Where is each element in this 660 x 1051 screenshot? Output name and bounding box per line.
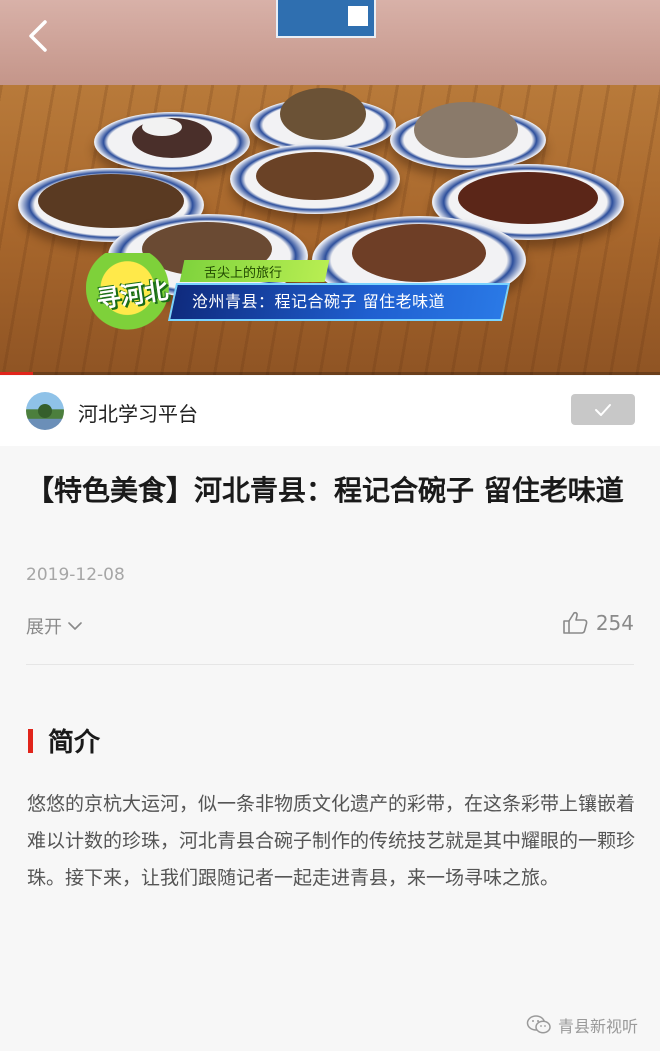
- article: 【特色美食】河北青县：程记合碗子 留住老味道 2019-12-08 展开 254…: [0, 446, 660, 1051]
- account-name[interactable]: 河北学习平台: [78, 398, 198, 427]
- chevron-down-icon: [68, 621, 82, 630]
- caption-title: 沧州青县：程记合碗子 留住老味道: [192, 292, 446, 311]
- expand-label: 展开: [26, 617, 62, 638]
- food-bowl: [230, 144, 400, 214]
- back-arrow-icon: [29, 20, 47, 52]
- section-accent-bar: [28, 729, 33, 753]
- publish-date: 2019-12-08: [26, 565, 125, 585]
- thumbs-up-icon: [563, 611, 588, 634]
- like-button[interactable]: 254: [562, 611, 634, 635]
- watermark-text: 青县新视听: [557, 1017, 638, 1036]
- video-player[interactable]: 舌尖上的旅行 沧州青县：程记合碗子 留住老味道 寻河北: [0, 0, 660, 375]
- wall-poster: [276, 0, 376, 38]
- caption-subtitle: 舌尖上的旅行: [204, 266, 283, 281]
- checkmark-icon: [595, 403, 611, 416]
- back-button[interactable]: [18, 16, 58, 56]
- follow-button[interactable]: [571, 394, 635, 425]
- food-bowl: [94, 112, 250, 172]
- watermark: 青县新视听: [526, 1013, 638, 1037]
- like-count: 254: [595, 611, 634, 635]
- intro-paragraph: 悠悠的京杭大运河，似一条非物质文化遗产的彩带，在这条彩带上镶嵌着难以计数的珍珠，…: [27, 793, 636, 889]
- section-title: 简介: [48, 728, 101, 758]
- account-row: 河北学习平台: [0, 376, 660, 447]
- expand-button[interactable]: 展开: [26, 613, 82, 639]
- divider: [26, 664, 634, 665]
- food-bowl: [390, 102, 546, 170]
- program-logo: 寻河北: [86, 253, 178, 331]
- avatar[interactable]: [26, 392, 64, 430]
- article-title: 【特色美食】河北青县：程记合碗子 留住老味道: [26, 474, 624, 507]
- program-logo-text: 寻河北: [94, 275, 170, 314]
- wechat-icon: [526, 1015, 551, 1034]
- video-progress-fill: [0, 372, 33, 375]
- video-progress-bar[interactable]: [0, 372, 660, 375]
